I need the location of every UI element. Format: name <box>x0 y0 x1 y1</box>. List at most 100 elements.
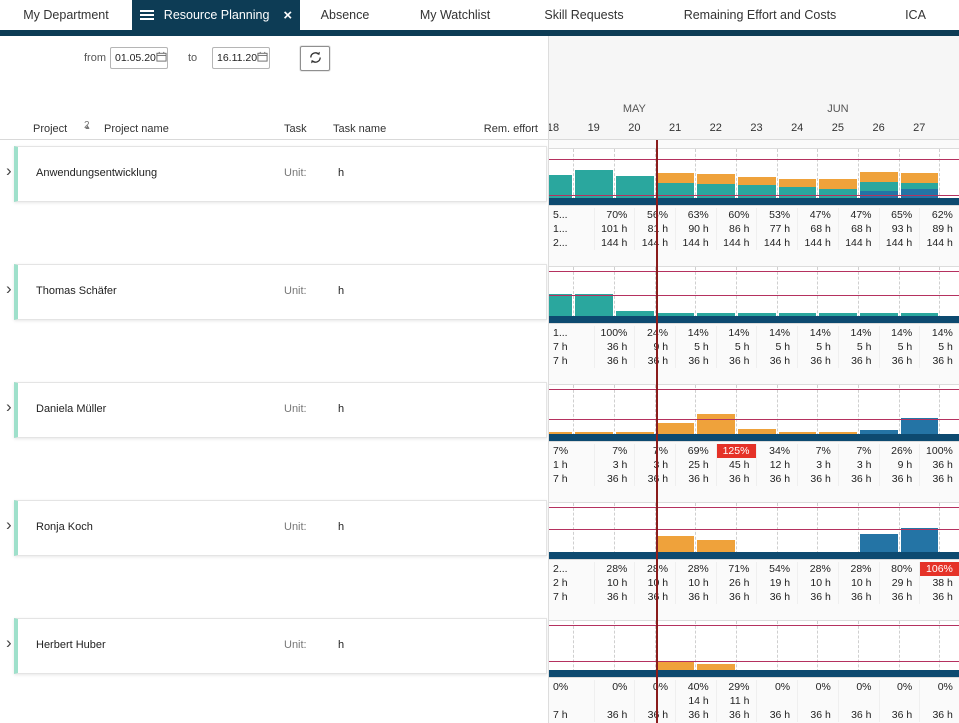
value-cell: 77 h <box>756 222 797 236</box>
resource-card[interactable]: AnwendungsentwicklungUnit:h <box>14 146 547 202</box>
value-cell: 10 h <box>675 576 716 590</box>
value-cell: 36 h <box>716 590 757 604</box>
value-cell: 101 h <box>594 222 635 236</box>
project-row: ›AnwendungsentwicklungUnit:h <box>0 140 548 258</box>
bar-segment-orange <box>901 173 938 183</box>
value-cell: 3 h <box>594 458 635 472</box>
resource-card[interactable]: Herbert HuberUnit:h <box>14 618 547 674</box>
value-cell: 36 h <box>634 708 675 722</box>
value-cell: 7 h <box>553 708 594 722</box>
capacity-bar <box>549 552 959 559</box>
tab-absence[interactable]: Absence <box>300 0 390 30</box>
value-cell: 36 h <box>879 354 920 368</box>
capacity-bar <box>549 316 959 323</box>
bar-segment-orange <box>657 661 695 670</box>
value-cell: 0% <box>838 680 879 694</box>
tab-my-department[interactable]: My Department <box>0 0 132 30</box>
resource-card[interactable]: Daniela MüllerUnit:h <box>14 382 547 438</box>
unit-value: h <box>338 639 344 651</box>
bar-week-26 <box>858 149 899 205</box>
calendar-icon[interactable] <box>257 51 268 65</box>
expand-chevron[interactable]: › <box>6 516 12 533</box>
value-cell: 24% <box>634 326 675 340</box>
to-label: to <box>188 52 197 64</box>
value-cell: 144 h <box>634 236 675 250</box>
unit-label: Unit: <box>284 521 307 533</box>
value-cell: 36 h <box>919 708 959 722</box>
value-cell: 0% <box>879 680 920 694</box>
capacity-hours-row: 7 h36 h36 h36 h36 h36 h36 h36 h36 h36 h <box>553 354 959 368</box>
value-cell: 36 h <box>919 354 959 368</box>
bar-week-26 <box>858 385 899 441</box>
column-header-rem-effort[interactable]: Rem. effort <box>484 123 538 135</box>
menu-icon[interactable] <box>140 14 154 16</box>
to-date-input[interactable]: 16.11.20 <box>212 47 270 69</box>
refresh-button[interactable] <box>300 46 330 71</box>
utilization-chart <box>549 148 959 206</box>
utilization-percent-row: 7%7%7%69%125%34%7%7%26%100% <box>553 444 959 458</box>
value-cell: 45 h <box>716 458 757 472</box>
tab-ica[interactable]: ICA <box>872 0 959 30</box>
value-cell: 0% <box>919 680 959 694</box>
value-cell: 14% <box>797 326 838 340</box>
bar-segment-teal <box>738 185 776 198</box>
sort-asc-icon: ▲ <box>84 124 91 131</box>
value-cell: 0% <box>553 680 594 694</box>
utilization-chart <box>549 384 959 442</box>
value-cell <box>756 694 797 708</box>
column-header-task-name[interactable]: Task name <box>333 123 386 135</box>
resource-card[interactable]: Ronja KochUnit:h <box>14 500 547 556</box>
close-tab-icon[interactable]: × <box>283 8 292 23</box>
bar-segment-teal <box>819 189 857 198</box>
bar-week-25 <box>817 621 858 677</box>
value-cell: 14% <box>675 326 716 340</box>
value-cell: 90 h <box>675 222 716 236</box>
bar-week-27 <box>899 621 940 677</box>
booked-hours-row: 1 h3 h3 h25 h45 h12 h3 h3 h9 h36 h <box>553 458 959 472</box>
limit-line <box>549 529 959 530</box>
resource-card[interactable]: Thomas SchäferUnit:h <box>14 264 547 320</box>
expand-chevron[interactable]: › <box>6 634 12 651</box>
week-label: 24 <box>791 122 803 134</box>
limit-line <box>549 195 959 196</box>
column-header-project-name[interactable]: Project name <box>104 123 169 135</box>
value-cell: 54% <box>756 562 797 576</box>
value-rows: 2...28%28%28%71%54%28%28%80%106%2 h10 h1… <box>553 562 959 604</box>
bar-week-23 <box>736 385 777 441</box>
tab-label: Resource Planning <box>164 8 270 22</box>
unit-label: Unit: <box>284 285 307 297</box>
limit-line <box>549 159 959 160</box>
bar-week-22 <box>695 503 736 559</box>
tab-bar: My Department Resource Planning × AbsenceMy… <box>0 0 959 30</box>
tab-label: ICA <box>905 8 926 22</box>
tab-my-watchlist[interactable]: My Watchlist <box>390 0 520 30</box>
resource-name: Herbert Huber <box>36 639 106 651</box>
utilization-chart <box>549 502 959 560</box>
column-header-project[interactable]: Project <box>33 123 67 135</box>
value-cell: 26 h <box>716 576 757 590</box>
expand-chevron[interactable]: › <box>6 280 12 297</box>
value-cell: 0% <box>756 680 797 694</box>
value-cell: 28% <box>797 562 838 576</box>
value-cell: 2... <box>553 236 594 250</box>
value-rows: 0%0%0%40%29%0%0%0%0%0%14 h11 h7 h36 h36 … <box>553 680 959 722</box>
value-cell: 100% <box>594 326 635 340</box>
calendar-icon[interactable] <box>156 51 167 65</box>
expand-chevron[interactable]: › <box>6 162 12 179</box>
unit-label: Unit: <box>284 167 307 179</box>
value-cell <box>919 694 959 708</box>
unit-value: h <box>338 285 344 297</box>
limit-line <box>549 389 959 390</box>
capacity-hours-row: 7 h36 h36 h36 h36 h36 h36 h36 h36 h36 h <box>553 472 959 486</box>
tab-skill-requests[interactable]: Skill Requests <box>520 0 648 30</box>
from-date-input[interactable]: 01.05.20 <box>110 47 168 69</box>
value-cell: 71% <box>716 562 757 576</box>
column-header-task[interactable]: Task <box>284 123 307 135</box>
project-row: ›Ronja KochUnit:h <box>0 494 548 612</box>
value-cell: 36 h <box>716 708 757 722</box>
bar-segment-orange <box>738 177 776 185</box>
capacity-hours-row: 7 h36 h36 h36 h36 h36 h36 h36 h36 h36 h <box>553 590 959 604</box>
tab-remaining-effort-and-costs[interactable]: Remaining Effort and Costs <box>648 0 872 30</box>
tab-resource-planning[interactable]: Resource Planning × <box>132 0 300 30</box>
expand-chevron[interactable]: › <box>6 398 12 415</box>
